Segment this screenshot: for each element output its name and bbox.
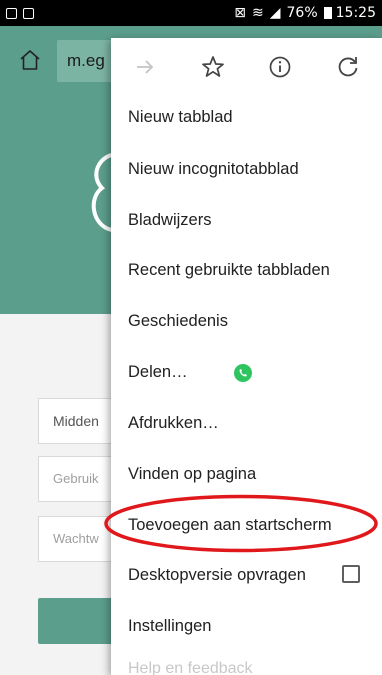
menu-item-bookmarks[interactable]: Bladwijzers: [128, 200, 211, 240]
mute-icon: ⊠: [234, 5, 246, 21]
menu-item-help-feedback[interactable]: Help en feedback: [128, 660, 253, 675]
menu-item-share[interactable]: Delen…: [128, 352, 188, 392]
page-info-icon[interactable]: [267, 54, 293, 80]
battery-percentage: 76%: [286, 5, 318, 21]
menu-item-add-to-homescreen[interactable]: Toevoegen aan startscherm: [128, 505, 332, 545]
menu-item-find-in-page[interactable]: Vinden op pagina: [128, 454, 256, 494]
forward-arrow-icon[interactable]: [132, 54, 158, 80]
home-icon[interactable]: [18, 48, 42, 72]
gallery-notification-icon: [6, 7, 17, 19]
battery-icon: [323, 7, 332, 19]
menu-icon-row: [111, 38, 382, 96]
menu-item-new-incognito-tab[interactable]: Nieuw incognitotabblad: [128, 149, 299, 189]
photo-notification-icon: [23, 7, 34, 19]
desktop-site-checkbox[interactable]: [342, 565, 360, 583]
menu-item-recent-tabs[interactable]: Recent gebruikte tabbladen: [128, 250, 330, 290]
menu-item-print[interactable]: Afdrukken…: [128, 403, 219, 443]
menu-item-new-tab[interactable]: Nieuw tabblad: [128, 97, 233, 137]
bookmark-star-icon[interactable]: [200, 54, 226, 80]
whatsapp-icon: [234, 364, 252, 382]
wifi-icon: ≋: [252, 5, 264, 21]
menu-item-settings[interactable]: Instellingen: [128, 606, 211, 646]
overflow-menu: Nieuw tabblad Nieuw incognitotabblad Bla…: [111, 38, 382, 675]
menu-item-request-desktop-site[interactable]: Desktopversie opvragen: [128, 555, 306, 595]
reload-icon[interactable]: [335, 54, 361, 80]
menu-item-history[interactable]: Geschiedenis: [128, 301, 228, 341]
clock: 15:25: [335, 5, 376, 21]
signal-icon: ◢: [269, 5, 281, 21]
status-bar: ⊠ ≋ ◢ 76% 15:25: [0, 0, 382, 26]
